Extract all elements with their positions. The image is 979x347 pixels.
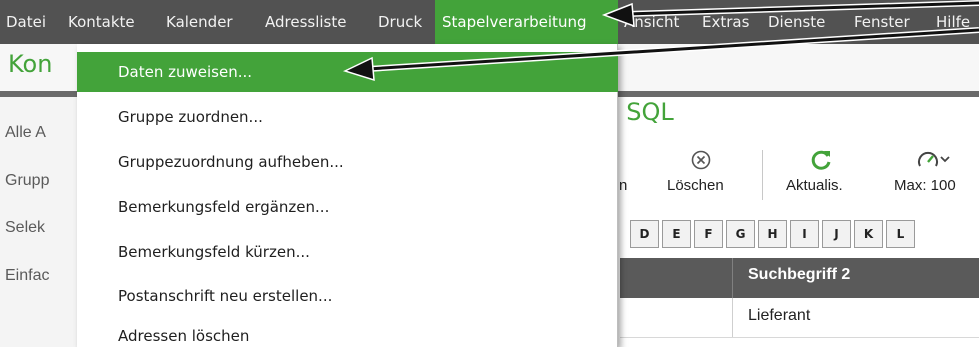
menu-extras[interactable]: Extras: [696, 0, 762, 44]
menu-kontakte[interactable]: Kontakte: [62, 0, 160, 44]
menu-hilfe[interactable]: Hilfe: [930, 0, 979, 44]
letter-filter-k[interactable]: K: [854, 220, 883, 248]
menu-item-daten-zuweisen[interactable]: Daten zuweisen...: [77, 52, 618, 92]
menu-ansicht[interactable]: Ansicht: [618, 0, 696, 44]
page-title: - SQL: [610, 98, 674, 126]
menu-fenster[interactable]: Fenster: [848, 0, 930, 44]
sidebar: Alle A Grupp Selek Einfac: [0, 97, 80, 347]
letter-filter-f[interactable]: F: [694, 220, 723, 248]
stapelverarbeitung-dropdown: Daten zuweisen... Gruppe zuordnen... Gru…: [77, 44, 618, 347]
menu-stapelverarbeitung[interactable]: Stapelverarbeitung: [435, 0, 618, 44]
menu-datei[interactable]: Datei: [0, 0, 62, 44]
table-row-divider: [620, 337, 979, 338]
menu-item-bemerkungsfeld-ergaenzen[interactable]: Bemerkungsfeld ergänzen...: [77, 187, 618, 227]
refresh-button[interactable]: Aktualis.: [786, 177, 843, 194]
letter-filter-j[interactable]: J: [822, 220, 851, 248]
letter-filter-d[interactable]: D: [630, 220, 659, 248]
menubar: Datei Kontakte Kalender Adressliste Druc…: [0, 0, 979, 44]
sidebar-item-selektion[interactable]: Selek: [5, 219, 45, 237]
letter-filter-h[interactable]: H: [758, 220, 787, 248]
refresh-icon[interactable]: [809, 148, 833, 177]
max-results-button[interactable]: Max: 100: [894, 177, 956, 194]
delete-icon[interactable]: [690, 149, 712, 176]
menu-adressliste[interactable]: Adressliste: [259, 0, 372, 44]
toolbar-divider: [762, 150, 763, 200]
letter-filter-i[interactable]: I: [790, 220, 819, 248]
table-cell-divider: [732, 298, 733, 338]
column-header-suchbegriff2[interactable]: Suchbegriff 2: [748, 266, 850, 284]
menu-item-postanschrift-neu-erstellen[interactable]: Postanschrift neu erstellen...: [77, 276, 618, 316]
letter-filter-e[interactable]: E: [662, 220, 691, 248]
menu-dienste[interactable]: Dienste: [762, 0, 848, 44]
sidebar-item-alle[interactable]: Alle A: [5, 124, 46, 142]
sidebar-item-gruppen[interactable]: Grupp: [5, 172, 49, 190]
letter-filter-g[interactable]: G: [726, 220, 755, 248]
menu-item-bemerkungsfeld-kuerzen[interactable]: Bemerkungsfeld kürzen...: [77, 232, 618, 272]
table-cell-suchbegriff2[interactable]: Lieferant: [748, 307, 810, 325]
delete-button[interactable]: Löschen: [667, 177, 724, 194]
menu-kalender[interactable]: Kalender: [160, 0, 259, 44]
menu-item-gruppezuordnung-aufheben[interactable]: Gruppezuordnung aufheben...: [77, 142, 618, 182]
table-header-divider: [732, 258, 733, 298]
sidebar-item-einfach[interactable]: Einfac: [5, 267, 49, 285]
gauge-icon[interactable]: [917, 150, 953, 175]
menu-item-gruppe-zuordnen[interactable]: Gruppe zuordnen...: [77, 97, 618, 137]
app-title: Kon: [8, 50, 53, 78]
menu-item-adressen-loeschen[interactable]: Adressen löschen: [77, 316, 618, 347]
letter-filter-l[interactable]: L: [886, 220, 915, 248]
toolbar-partial-label: n: [619, 177, 628, 194]
menu-druck[interactable]: Druck: [372, 0, 435, 44]
